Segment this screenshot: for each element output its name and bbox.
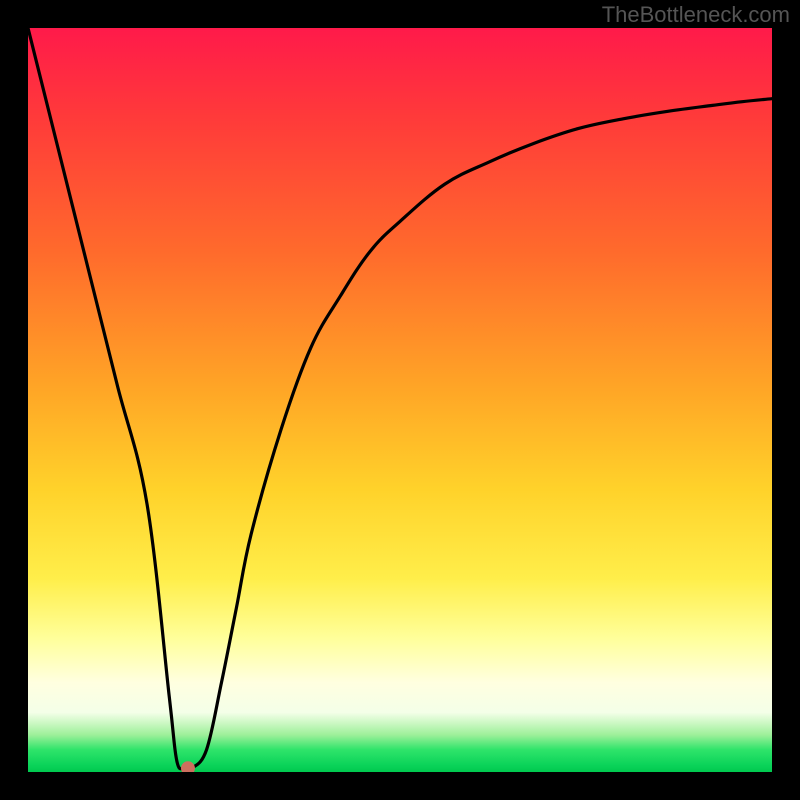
curve-svg	[28, 28, 772, 772]
chart-frame: TheBottleneck.com	[0, 0, 800, 800]
bottleneck-curve	[28, 28, 772, 770]
watermark-text: TheBottleneck.com	[602, 2, 790, 28]
plot-area	[28, 28, 772, 772]
minimum-marker	[181, 761, 195, 772]
